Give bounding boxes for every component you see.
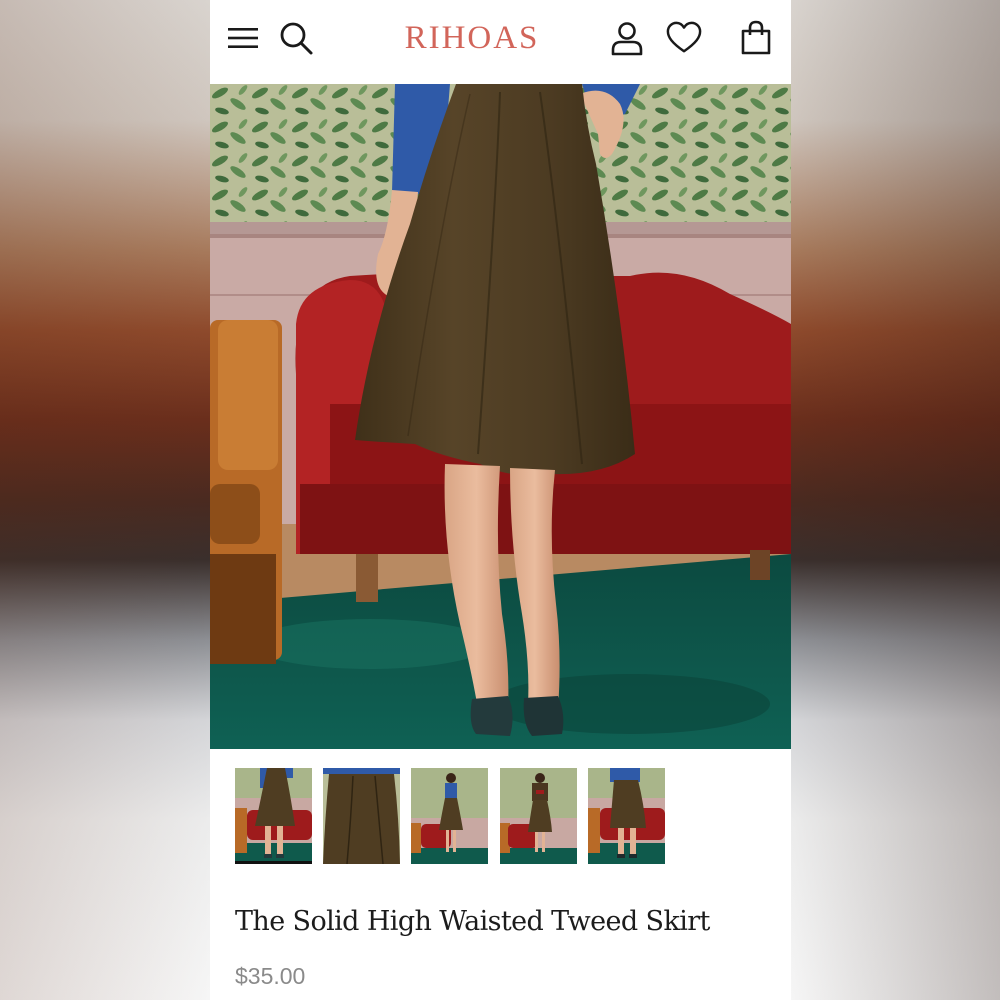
thumbnail-back-view[interactable] bbox=[588, 768, 665, 864]
backdrop-left bbox=[0, 0, 210, 1000]
thumbnail-fabric-detail[interactable] bbox=[323, 768, 400, 864]
thumbnail-strip bbox=[235, 768, 775, 864]
backdrop-right bbox=[790, 0, 1000, 1000]
thumbnail-full-outfit-front[interactable] bbox=[411, 768, 488, 864]
account-icon[interactable] bbox=[609, 20, 645, 56]
brand-logo[interactable]: RIHOAS bbox=[394, 18, 550, 58]
top-header: RIHOAS bbox=[210, 0, 791, 84]
cart-icon[interactable] bbox=[738, 20, 774, 56]
thumbnail-front-view[interactable] bbox=[235, 768, 312, 864]
search-icon[interactable] bbox=[278, 20, 314, 56]
product-main-image[interactable] bbox=[210, 84, 791, 749]
thumbnail-full-outfit-jacket[interactable] bbox=[500, 768, 577, 864]
product-title: The Solid High Waisted Tweed Skirt bbox=[235, 906, 710, 937]
menu-icon[interactable] bbox=[225, 20, 261, 56]
wishlist-icon[interactable] bbox=[666, 20, 702, 56]
product-price: $35.00 bbox=[235, 963, 306, 989]
product-page-screen: RIHOAS The Solid High Waisted Tweed Skir… bbox=[210, 0, 791, 1000]
